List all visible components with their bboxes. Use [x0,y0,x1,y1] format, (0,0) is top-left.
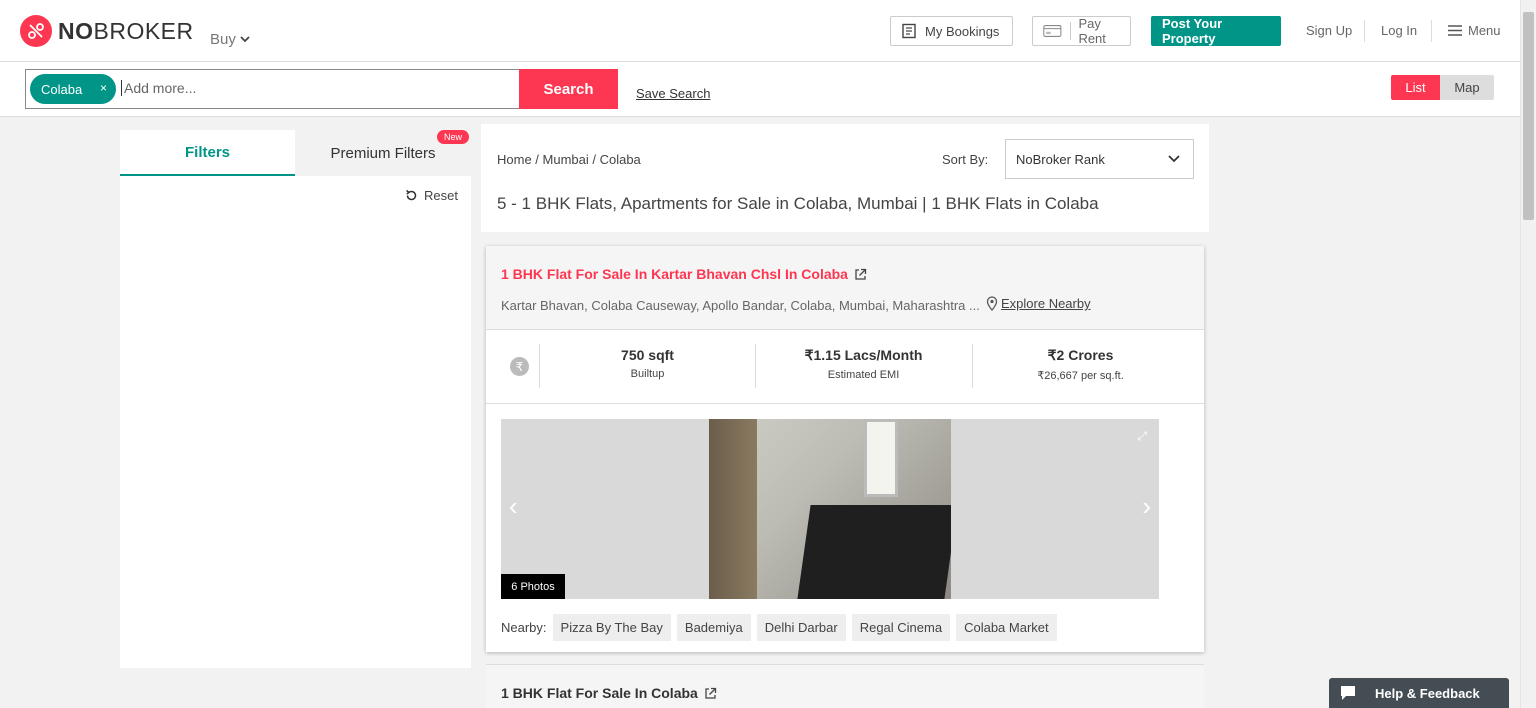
filters-panel: Premium Filters Filters New Reset [120,130,471,668]
divider [1364,20,1365,42]
results-title: 5 - 1 BHK Flats, Apartments for Sale in … [497,194,1099,213]
explore-nearby-link[interactable]: Explore Nearby [986,296,1091,311]
chevron-down-icon [240,36,250,43]
location-pin-icon [986,296,998,311]
new-badge: New [437,130,470,144]
logo-wordmark: NOBROKER [58,17,194,44]
stat-value: ₹1.15 Lacs/Month [804,347,923,363]
nearby-label: Nearby: [501,620,547,635]
pay-rent-button[interactable]: Pay Rent [1032,16,1131,46]
prev-photo-icon[interactable]: ‹ [509,491,518,522]
nobroker-logo[interactable]: NOBROKER [20,15,194,47]
stat-price: ₹2 Crores ₹26,667 per sq.ft. [972,344,1188,388]
property-title-link[interactable]: 1 BHK Flat For Sale In Colaba [501,685,717,701]
nearby-tag[interactable]: Pizza By The Bay [552,614,671,641]
top-header: NOBROKER Buy My Bookings Pay Rent Post Y… [0,0,1520,62]
stat-label: Builtup [630,368,665,380]
divider [1431,20,1432,42]
chat-bubble-icon [1341,686,1355,700]
property-address: Kartar Bhavan, Colaba Causeway, Apollo B… [501,298,980,313]
nearby-tag[interactable]: Bademiya [676,614,751,641]
search-bar-row: Colaba × Search Save Search List Map [0,62,1520,117]
bookings-icon [902,23,916,39]
stat-value: ₹2 Crores [1047,347,1114,363]
photo-counter [797,505,951,599]
chevron-down-icon [1168,155,1180,163]
card-header: 1 BHK Flat For Sale In Kartar Bhavan Chs… [486,246,1204,330]
stat-label: Estimated EMI [827,369,900,381]
search-button[interactable]: Search [519,69,618,109]
expand-icon[interactable]: ⤢ [1137,429,1147,444]
photo-gallery[interactable]: ‹ › ⤢ 6 Photos [501,419,1159,599]
post-property-button[interactable]: Post Your Property [1151,16,1281,46]
stat-area: 750 sqft Builtup [539,344,755,388]
external-link-icon [855,268,867,280]
save-search-link[interactable]: Save Search [636,86,710,101]
menu-label: Menu [1468,23,1501,38]
page-scrollbar[interactable] [1520,0,1536,708]
help-feedback-button[interactable]: Help & Feedback [1329,678,1509,708]
nearby-tag[interactable]: Regal Cinema [851,614,951,641]
property-stats: ₹ 750 sqft Builtup ₹1.15 Lacs/Month Esti… [486,330,1204,404]
breadcrumb[interactable]: Home / Mumbai / Colaba [497,152,641,167]
locality-chip[interactable]: Colaba × [30,74,116,104]
hamburger-icon [1448,25,1462,36]
reset-label: Reset [424,188,458,203]
pay-rent-label: Pay Rent [1078,16,1106,46]
stat-value: 750 sqft [621,347,674,363]
tab-filters[interactable]: Filters [120,130,295,176]
menu-button[interactable]: Menu [1448,23,1501,38]
help-feedback-label: Help & Feedback [1375,685,1480,701]
photo-window [864,419,898,497]
sort-label: Sort By: [942,152,989,167]
buy-label: Buy [210,31,236,48]
stat-emi: ₹1.15 Lacs/Month Estimated EMI [755,344,971,388]
nearby-tag[interactable]: Delhi Darbar [756,614,846,641]
search-box: Colaba × [25,69,520,109]
stat-label: ₹26,667 per sq.ft. [1037,370,1124,382]
photo-wall [709,419,757,599]
view-toggle: List Map [1391,75,1494,100]
sign-up-link[interactable]: Sign Up [1306,23,1352,38]
log-in-link[interactable]: Log In [1381,23,1417,38]
chip-close-icon[interactable]: × [100,81,107,95]
next-photo-icon[interactable]: › [1142,491,1151,522]
card-icon [1043,25,1062,37]
property-title-link[interactable]: 1 BHK Flat For Sale In Kartar Bhavan Chs… [501,266,867,282]
explore-nearby-label: Explore Nearby [1001,296,1091,311]
nearby-tag[interactable]: Colaba Market [956,614,1057,641]
logo-icon [20,15,52,47]
photo-count-badge[interactable]: 6 Photos [501,574,565,599]
divider [1069,22,1071,40]
reset-button[interactable]: Reset [405,188,458,203]
property-title: 1 BHK Flat For Sale In Kartar Bhavan Chs… [501,266,848,282]
reset-icon [406,189,417,201]
external-link-icon [705,687,716,699]
list-view-button[interactable]: List [1391,75,1440,100]
nearby-list: Nearby: Pizza By The Bay Bademiya Delhi … [501,614,1057,641]
sort-select[interactable]: NoBroker Rank [1005,139,1194,179]
property-card[interactable]: 1 BHK Flat For Sale In Colaba [486,664,1204,708]
map-view-button[interactable]: Map [1440,75,1494,100]
results-header: Home / Mumbai / Colaba Sort By: NoBroker… [481,124,1209,232]
search-input[interactable] [121,80,511,96]
property-title: 1 BHK Flat For Sale In Colaba [501,685,698,701]
buy-dropdown[interactable]: Buy [210,31,250,48]
property-photo[interactable] [709,419,951,599]
scrollbar-thumb[interactable] [1523,12,1534,220]
my-bookings-label: My Bookings [925,23,1000,39]
rupee-icon: ₹ [510,357,529,376]
property-card[interactable]: 1 BHK Flat For Sale In Kartar Bhavan Chs… [486,246,1204,652]
chip-label: Colaba [41,81,83,97]
sort-value: NoBroker Rank [1016,151,1105,167]
my-bookings-button[interactable]: My Bookings [890,16,1013,46]
